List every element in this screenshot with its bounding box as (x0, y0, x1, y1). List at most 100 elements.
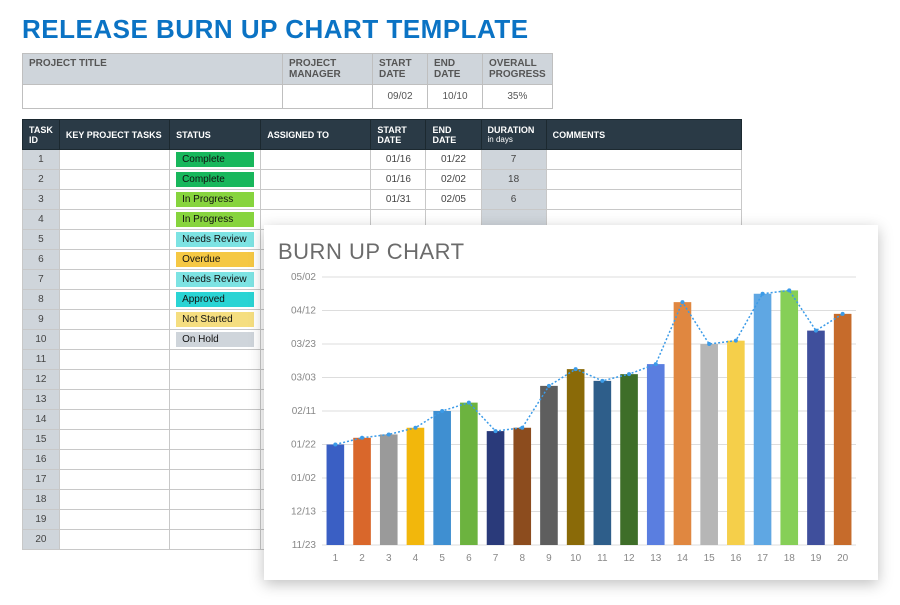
task-name-cell[interactable] (59, 330, 169, 350)
task-id-cell[interactable]: 18 (23, 490, 60, 510)
task-id-cell[interactable]: 19 (23, 510, 60, 530)
task-status-cell[interactable]: Approved (170, 290, 261, 310)
task-id-cell[interactable]: 6 (23, 250, 60, 270)
task-status-cell[interactable]: Needs Review (170, 230, 261, 250)
task-id-cell[interactable]: 9 (23, 310, 60, 330)
duration-cell[interactable]: 6 (481, 190, 546, 210)
task-id-cell[interactable]: 17 (23, 470, 60, 490)
task-name-cell[interactable] (59, 310, 169, 330)
comments-cell[interactable] (546, 170, 741, 190)
task-id-cell[interactable]: 8 (23, 290, 60, 310)
project-value-cell[interactable]: 35% (483, 85, 553, 109)
task-id-cell[interactable]: 11 (23, 350, 60, 370)
status-pill: Complete (176, 152, 254, 167)
task-id-cell[interactable]: 2 (23, 170, 60, 190)
task-name-cell[interactable] (59, 490, 169, 510)
task-id-cell[interactable]: 10 (23, 330, 60, 350)
task-status-cell[interactable] (170, 430, 261, 450)
task-name-cell[interactable] (59, 350, 169, 370)
project-value-cell[interactable]: 10/10 (428, 85, 483, 109)
start-date-cell[interactable]: 01/31 (371, 190, 426, 210)
task-id-cell[interactable]: 4 (23, 210, 60, 230)
chart-bar (433, 411, 451, 545)
task-status-cell[interactable] (170, 450, 261, 470)
task-name-cell[interactable] (59, 250, 169, 270)
project-header-cell: OVERALL PROGRESS (483, 54, 553, 85)
assigned-to-cell[interactable] (261, 190, 371, 210)
tasks-header-cell: TASK ID (23, 120, 60, 150)
task-id-cell[interactable]: 3 (23, 190, 60, 210)
end-date-cell[interactable]: 02/05 (426, 190, 481, 210)
task-name-cell[interactable] (59, 290, 169, 310)
task-name-cell[interactable] (59, 470, 169, 490)
task-name-cell[interactable] (59, 170, 169, 190)
task-status-cell[interactable]: Overdue (170, 250, 261, 270)
task-id-cell[interactable]: 7 (23, 270, 60, 290)
start-date-cell[interactable]: 01/16 (371, 170, 426, 190)
start-date-cell[interactable]: 01/16 (371, 150, 426, 170)
task-status-cell[interactable] (170, 370, 261, 390)
task-id-cell[interactable]: 20 (23, 530, 60, 550)
svg-text:7: 7 (493, 553, 499, 564)
task-status-cell[interactable] (170, 470, 261, 490)
chart-bar (647, 364, 665, 545)
task-status-cell[interactable] (170, 350, 261, 370)
task-name-cell[interactable] (59, 430, 169, 450)
task-name-cell[interactable] (59, 230, 169, 250)
assigned-to-cell[interactable] (261, 150, 371, 170)
chart-bar (620, 374, 638, 545)
task-id-cell[interactable]: 1 (23, 150, 60, 170)
task-name-cell[interactable] (59, 150, 169, 170)
status-pill: Approved (176, 292, 254, 307)
chart-bar (380, 434, 398, 545)
chart-bar (780, 290, 798, 545)
task-status-cell[interactable]: Needs Review (170, 270, 261, 290)
page-title: RELEASE BURN UP CHART TEMPLATE (0, 0, 900, 53)
task-status-cell[interactable]: In Progress (170, 210, 261, 230)
task-status-cell[interactable] (170, 510, 261, 530)
task-id-cell[interactable]: 12 (23, 370, 60, 390)
svg-text:19: 19 (810, 553, 822, 564)
end-date-cell[interactable]: 01/22 (426, 150, 481, 170)
task-status-cell[interactable]: Not Started (170, 310, 261, 330)
task-status-cell[interactable]: Complete (170, 150, 261, 170)
task-name-cell[interactable] (59, 450, 169, 470)
task-id-cell[interactable]: 5 (23, 230, 60, 250)
task-name-cell[interactable] (59, 410, 169, 430)
svg-text:1: 1 (333, 553, 339, 564)
task-status-cell[interactable] (170, 490, 261, 510)
status-pill: In Progress (176, 192, 254, 207)
task-status-cell[interactable]: On Hold (170, 330, 261, 350)
duration-cell[interactable]: 7 (481, 150, 546, 170)
status-pill: Overdue (176, 252, 254, 267)
task-name-cell[interactable] (59, 390, 169, 410)
chart-bar (353, 438, 371, 545)
svg-text:5: 5 (439, 553, 445, 564)
task-name-cell[interactable] (59, 210, 169, 230)
project-value-cell[interactable] (283, 85, 373, 109)
task-name-cell[interactable] (59, 370, 169, 390)
task-status-cell[interactable] (170, 530, 261, 550)
end-date-cell[interactable]: 02/02 (426, 170, 481, 190)
task-name-cell[interactable] (59, 510, 169, 530)
task-status-cell[interactable]: In Progress (170, 190, 261, 210)
project-value-cell[interactable] (23, 85, 283, 109)
task-id-cell[interactable]: 14 (23, 410, 60, 430)
task-status-cell[interactable] (170, 390, 261, 410)
task-id-cell[interactable]: 15 (23, 430, 60, 450)
chart-bar (407, 428, 425, 545)
project-value-cell[interactable]: 09/02 (373, 85, 428, 109)
duration-cell[interactable]: 18 (481, 170, 546, 190)
task-name-cell[interactable] (59, 270, 169, 290)
chart-bar (327, 445, 345, 546)
task-name-cell[interactable] (59, 530, 169, 550)
comments-cell[interactable] (546, 150, 741, 170)
task-status-cell[interactable]: Complete (170, 170, 261, 190)
task-id-cell[interactable]: 13 (23, 390, 60, 410)
task-id-cell[interactable]: 16 (23, 450, 60, 470)
task-status-cell[interactable] (170, 410, 261, 430)
comments-cell[interactable] (546, 190, 741, 210)
chart-bar (594, 381, 612, 545)
assigned-to-cell[interactable] (261, 170, 371, 190)
task-name-cell[interactable] (59, 190, 169, 210)
